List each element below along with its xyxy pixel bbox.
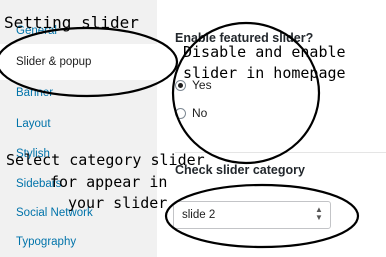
- slider-category-select[interactable]: slide 2 ▲ ▼: [173, 201, 331, 229]
- annotation-disable-enable-1: Disable and enable: [183, 43, 346, 61]
- sidebar-item-banner[interactable]: Banner: [16, 86, 53, 100]
- sidebar-item-layout[interactable]: Layout: [16, 117, 51, 131]
- settings-sidebar: General Slider & popup Banner Layout Sty…: [0, 0, 157, 257]
- section-divider: [175, 152, 386, 153]
- annotation-select-category-3: your slider: [68, 194, 168, 212]
- annotation-select-category-2: for appear in: [50, 173, 168, 191]
- annotation-select-category-1: Select category slider: [6, 151, 205, 169]
- featured-no-radio[interactable]: [175, 108, 186, 119]
- slider-category-selected-value: slide 2: [182, 209, 216, 221]
- settings-screen: General Slider & popup Banner Layout Sty…: [0, 0, 386, 257]
- sidebar-item-typography[interactable]: Typography: [16, 235, 76, 249]
- annotation-setting-slider: Setting slider: [4, 13, 139, 32]
- sidebar-item-slider-popup[interactable]: Slider & popup: [0, 44, 157, 80]
- annotation-disable-enable-2: slider in homepage: [183, 64, 346, 82]
- featured-no-label: No: [192, 106, 208, 120]
- select-updown-arrow-icon: ▲ ▼: [315, 205, 323, 222]
